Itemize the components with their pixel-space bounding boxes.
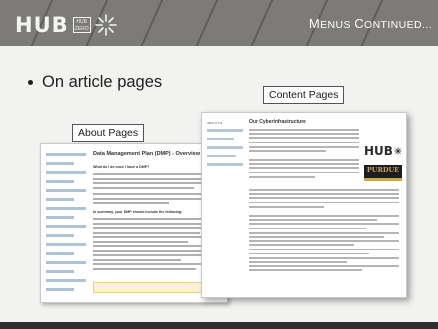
header-stripe: [190, 0, 222, 46]
footer-bar: [0, 322, 438, 329]
sidebar-link: [46, 207, 86, 210]
sidebar-link: [207, 129, 243, 132]
sidebar-link: [46, 252, 74, 255]
sidebar-link: [46, 243, 86, 246]
title-initial: M: [308, 16, 321, 31]
sidebar-link: [46, 216, 74, 219]
purdue-logo: PURDUE: [364, 165, 402, 181]
content-paragraph: [249, 129, 359, 154]
about-subheading: In summary, your DMP should include the …: [93, 210, 183, 214]
about-pages-label: About Pages: [72, 124, 145, 142]
purdue-logo-text: PURDUE: [366, 166, 400, 174]
about-page-title: Data Management Plan (DMP) - Overview: [93, 151, 200, 157]
logo-text: HUB: [15, 13, 69, 37]
content-page-title: Our Cyberinfrastructure: [249, 119, 306, 125]
sidebar-link: [46, 162, 74, 165]
sidebar-link: [207, 163, 243, 166]
content-sidebar: ABOUT US: [207, 121, 243, 172]
header-stripe: [135, 0, 167, 46]
title-word: ENUS: [320, 19, 355, 31]
about-sidebar: [46, 153, 86, 297]
about-page-screenshot: Data Management Plan (DMP) - Overview Wh…: [40, 143, 228, 303]
content-list: [249, 215, 399, 274]
about-subheading: What do I do once I have a DMP?: [93, 165, 150, 169]
sidebar-link: [46, 279, 86, 282]
sidebar-link: [46, 189, 86, 192]
sidebar-link: [207, 146, 243, 149]
sidebar-link: [207, 137, 234, 140]
title-word: ONTINUED...: [364, 19, 432, 31]
content-paragraph: [249, 159, 359, 180]
header-stripe: [245, 0, 277, 46]
sidebar-link: [46, 153, 86, 156]
content-pages-label: Content Pages: [263, 86, 345, 104]
slide-title: MENUS CONTINUED...: [309, 16, 432, 31]
sidebar-link: [46, 261, 86, 264]
content-paragraph: [249, 189, 399, 210]
bullet-dot: [28, 80, 33, 85]
content-page-screenshot: ABOUT US Our Cyberinfrastructure HUB PUR…: [201, 112, 407, 298]
sidebar-link: [46, 198, 74, 201]
hubzero-logo: HUB: [364, 143, 402, 159]
bullet-text: On article pages: [42, 73, 163, 91]
sidebar-link: [46, 180, 74, 183]
spark-icon: [394, 147, 402, 155]
sidebar-link: [46, 270, 74, 273]
sidebar-link: [207, 154, 236, 157]
sidebar-heading: ABOUT US: [207, 121, 223, 125]
sidebar-link: [46, 171, 86, 174]
sidebar-link: [46, 225, 86, 228]
spark-icon: [94, 14, 117, 36]
bullet-point: On article pages: [28, 73, 162, 92]
sidebar-link: [46, 234, 74, 237]
purdue-logo-bar: [364, 178, 402, 181]
sidebar-link: [46, 288, 74, 291]
header-band: HUB HUB ZERO MENUS CONTINUED...: [0, 0, 438, 46]
hub-logo: HUB HUB ZERO: [15, 12, 118, 38]
logo-box: HUB ZERO: [72, 17, 91, 33]
title-initial: C: [354, 16, 364, 31]
slide: HUB HUB ZERO MENUS CONTINUED... On artic…: [0, 0, 438, 329]
